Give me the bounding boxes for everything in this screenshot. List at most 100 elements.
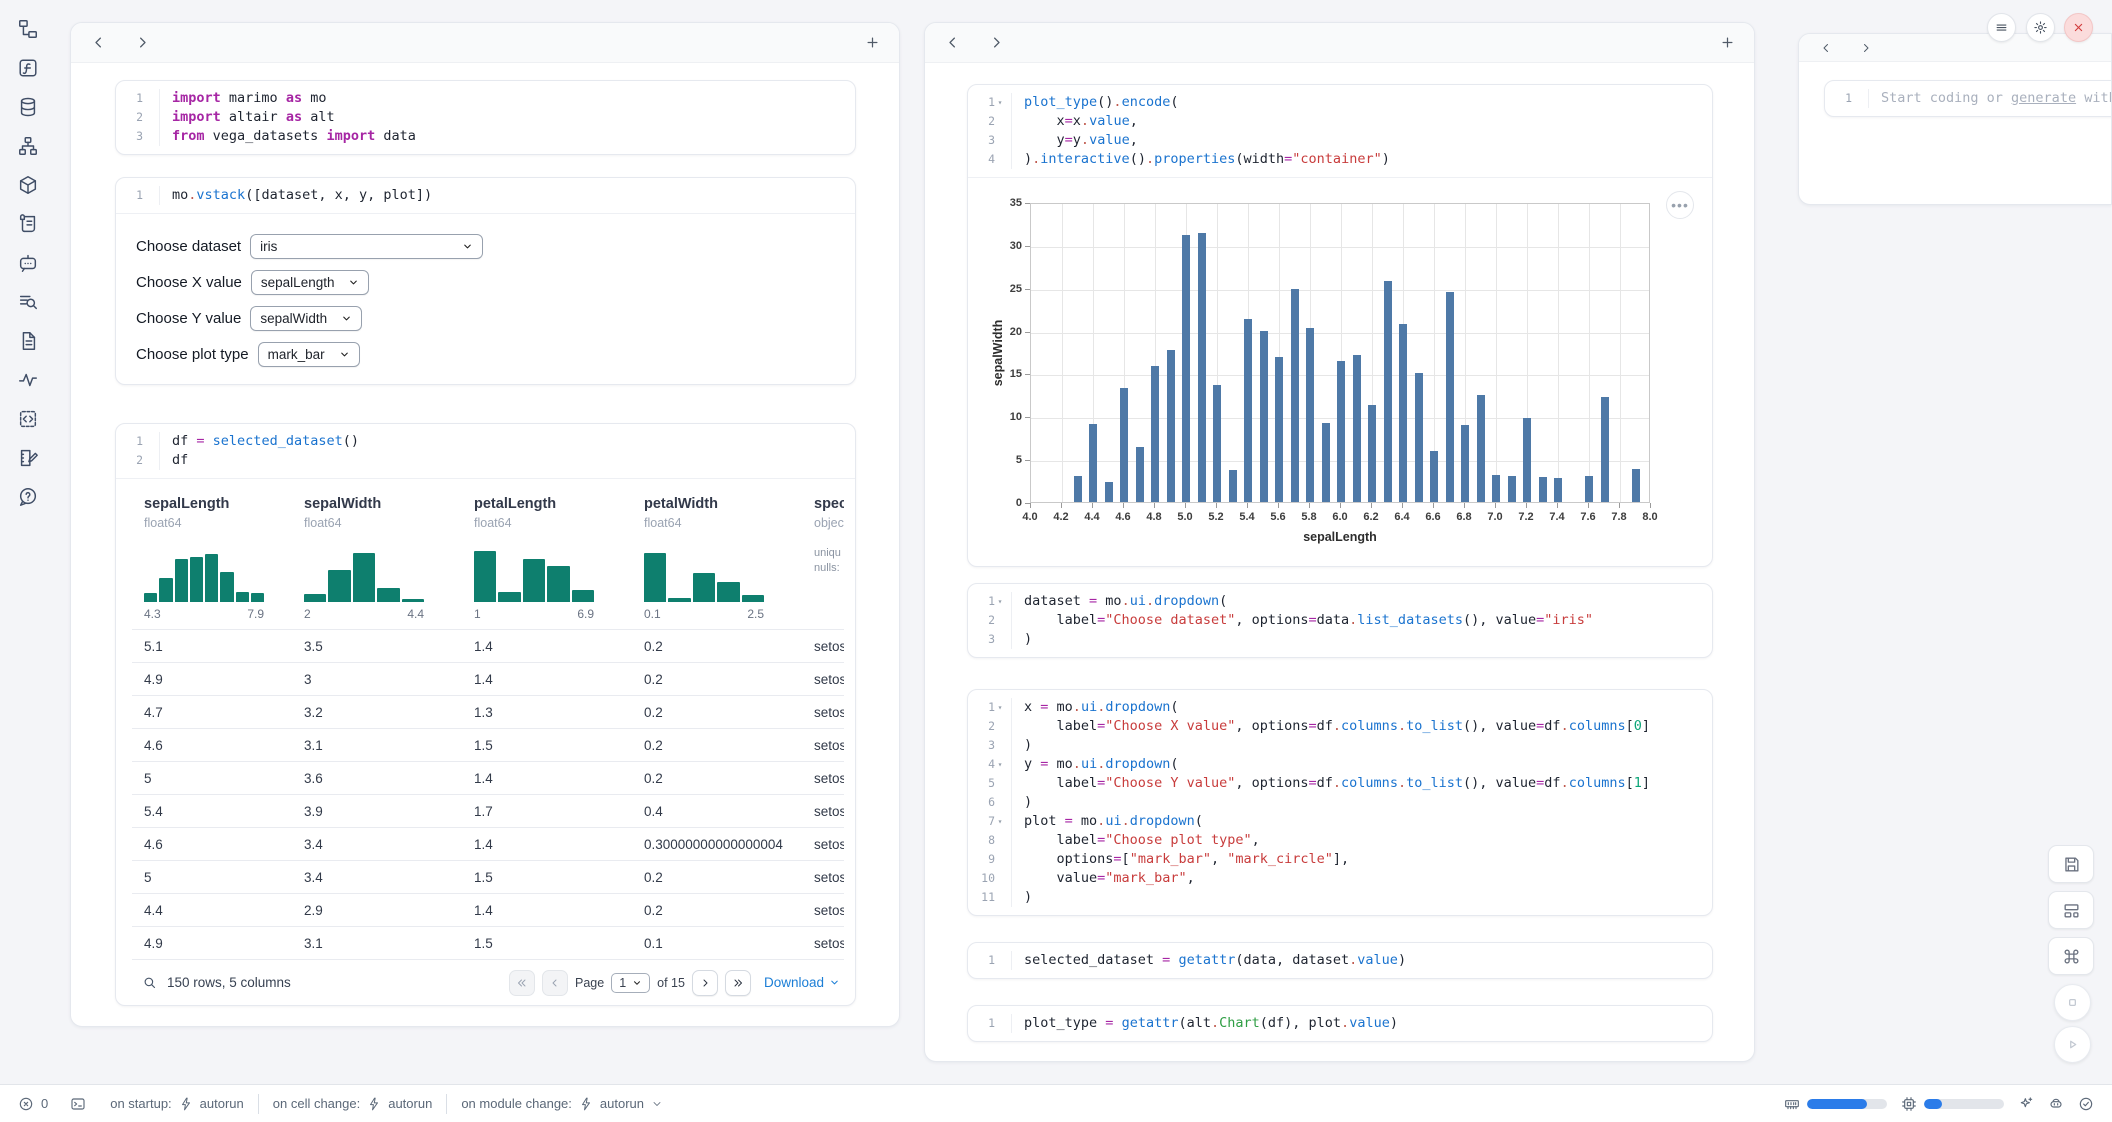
table-cell: 1.5	[474, 936, 644, 951]
table-cell: 4.6	[144, 738, 304, 753]
column-histogram	[304, 544, 424, 602]
ai-assist-button[interactable]	[2018, 1096, 2034, 1112]
on-startup-setting[interactable]: on startup: autorun	[110, 1096, 244, 1111]
code-editor[interactable]: 1▾x = mo.ui.dropdown(2 label="Choose X v…	[968, 690, 1712, 915]
menu-button[interactable]	[1987, 13, 2016, 42]
chart-bar	[1306, 328, 1314, 502]
chevron-left-icon[interactable]	[87, 32, 109, 54]
file-tree-icon[interactable]	[15, 16, 41, 42]
table-cell: 1.4	[474, 903, 644, 918]
column-stats: uniqunulls:	[814, 546, 844, 576]
page-count: of 15	[657, 976, 685, 990]
chart-plot-area[interactable]	[1030, 203, 1650, 503]
chevron-right-icon[interactable]	[131, 32, 153, 54]
scratchpad-search-icon[interactable]	[15, 289, 41, 315]
download-button[interactable]: Download	[764, 975, 840, 990]
add-cell-icon[interactable]	[1716, 32, 1738, 54]
tracing-icon[interactable]	[15, 367, 41, 393]
cpu-usage[interactable]	[1901, 1096, 2004, 1112]
stop-button[interactable]	[2054, 984, 2091, 1021]
add-cell-icon[interactable]	[861, 32, 883, 54]
function-icon[interactable]	[15, 55, 41, 81]
code-editor[interactable]: 1df = selected_dataset()2df	[116, 424, 855, 478]
settings-button[interactable]	[2026, 13, 2055, 42]
chart-menu-button[interactable]: •••	[1666, 191, 1694, 219]
database-icon[interactable]	[15, 94, 41, 120]
code-line: 3 y=y.value,	[968, 131, 1712, 150]
table-column-header[interactable]: petalWidthfloat640.12.5	[644, 495, 814, 621]
middle-panel-header	[925, 23, 1754, 63]
chart-bar	[1074, 476, 1082, 502]
errors-indicator[interactable]: 0	[18, 1096, 48, 1112]
chart-bar	[1554, 478, 1562, 502]
shutdown-button[interactable]	[2064, 13, 2093, 42]
help-icon[interactable]	[15, 484, 41, 510]
memory-icon	[1784, 1096, 1800, 1112]
table-column-header[interactable]: petalLengthfloat6416.9	[474, 495, 644, 621]
notebook-edit-icon[interactable]	[15, 445, 41, 471]
y-tick-label: 35	[982, 197, 1022, 209]
chart-bar	[1430, 451, 1438, 502]
select-value: mark_bar	[268, 347, 325, 362]
code-line: 10 value="mark_bar",	[968, 869, 1712, 888]
x-value-select[interactable]: sepalLength	[251, 270, 370, 295]
page-select[interactable]: 1	[611, 973, 650, 993]
y-value-select[interactable]: sepalWidth	[250, 306, 362, 331]
code-line: 6)	[968, 793, 1712, 812]
x-tick-label: 4.2	[1053, 511, 1068, 523]
memory-usage[interactable]	[1784, 1096, 1887, 1112]
search-icon[interactable]	[142, 975, 157, 990]
documentation-icon[interactable]	[15, 328, 41, 354]
altair-bar-chart[interactable]: 4.04.24.44.64.85.05.25.45.65.86.06.26.46…	[968, 178, 1712, 566]
code-editor[interactable]: 1mo.vstack([dataset, x, y, plot])	[116, 178, 855, 213]
table-column-header[interactable]: sepalWidthfloat6424.4	[304, 495, 474, 621]
prev-page-button[interactable]	[542, 970, 568, 996]
code-editor[interactable]: 1▾dataset = mo.ui.dropdown(2 label="Choo…	[968, 584, 1712, 657]
table-cell: 2.9	[304, 903, 474, 918]
snippets-icon[interactable]	[15, 406, 41, 432]
table-cell: 3	[304, 672, 474, 687]
code-editor[interactable]: 1Start coding or generate with	[1825, 81, 2112, 116]
chart-bar	[1229, 470, 1237, 502]
terminal-button[interactable]	[70, 1096, 86, 1112]
chart-bar	[1523, 418, 1531, 502]
next-page-button[interactable]	[692, 970, 718, 996]
x-tick-label: 6.0	[1332, 511, 1347, 523]
command-palette-button[interactable]	[2048, 937, 2094, 975]
chevron-left-icon[interactable]	[1815, 37, 1837, 59]
code-editor[interactable]: 1selected_dataset = getattr(data, datase…	[968, 943, 1712, 978]
logs-icon[interactable]	[15, 211, 41, 237]
table-column-header[interactable]: specobjecuniqunulls:	[814, 495, 844, 621]
run-button[interactable]	[2054, 1026, 2091, 1063]
code-line: 1plot_type = getattr(alt.Chart(df), plot…	[968, 1014, 1712, 1033]
dataset-select[interactable]: iris	[250, 234, 483, 259]
code-editor[interactable]: 1plot_type = getattr(alt.Chart(df), plot…	[968, 1006, 1712, 1041]
on-cell-change-setting[interactable]: on cell change: autorun	[273, 1096, 433, 1111]
left-panel-header	[71, 23, 899, 63]
table-output: sepalLengthfloat644.37.9sepalWidthfloat6…	[116, 478, 855, 1005]
chevron-left-icon[interactable]	[941, 32, 963, 54]
status-bar: 0 on startup: autorun on cell change: au…	[0, 1084, 2112, 1122]
save-button[interactable]	[2048, 845, 2094, 883]
chart-bar	[1539, 477, 1547, 502]
code-editor[interactable]: 1▾plot_type().encode(2 x=x.value,3 y=y.v…	[968, 85, 1712, 177]
plot-type-select[interactable]: mark_bar	[258, 342, 360, 367]
packages-icon[interactable]	[15, 172, 41, 198]
table-row: 4.93.11.50.1setos	[132, 926, 844, 959]
layout-button[interactable]	[2048, 891, 2094, 929]
chevron-right-icon[interactable]	[985, 32, 1007, 54]
copilot-button[interactable]	[2048, 1096, 2064, 1112]
first-page-button[interactable]	[509, 970, 535, 996]
play-icon	[2064, 1036, 2081, 1053]
code-editor[interactable]: 1import marimo as mo2import altair as al…	[116, 81, 855, 154]
chevron-right-icon[interactable]	[1855, 37, 1877, 59]
on-module-change-setting[interactable]: on module change: autorun	[461, 1096, 663, 1111]
cell-plot-type: 1plot_type = getattr(alt.Chart(df), plot…	[967, 1005, 1713, 1042]
last-page-button[interactable]	[725, 970, 751, 996]
table-row: 5.13.51.40.2setos	[132, 629, 844, 662]
connection-status-button[interactable]	[2078, 1096, 2094, 1112]
code-line: 2 x=x.value,	[968, 112, 1712, 131]
chat-icon[interactable]	[15, 250, 41, 276]
dependency-graph-icon[interactable]	[15, 133, 41, 159]
table-column-header[interactable]: sepalLengthfloat644.37.9	[144, 495, 304, 621]
